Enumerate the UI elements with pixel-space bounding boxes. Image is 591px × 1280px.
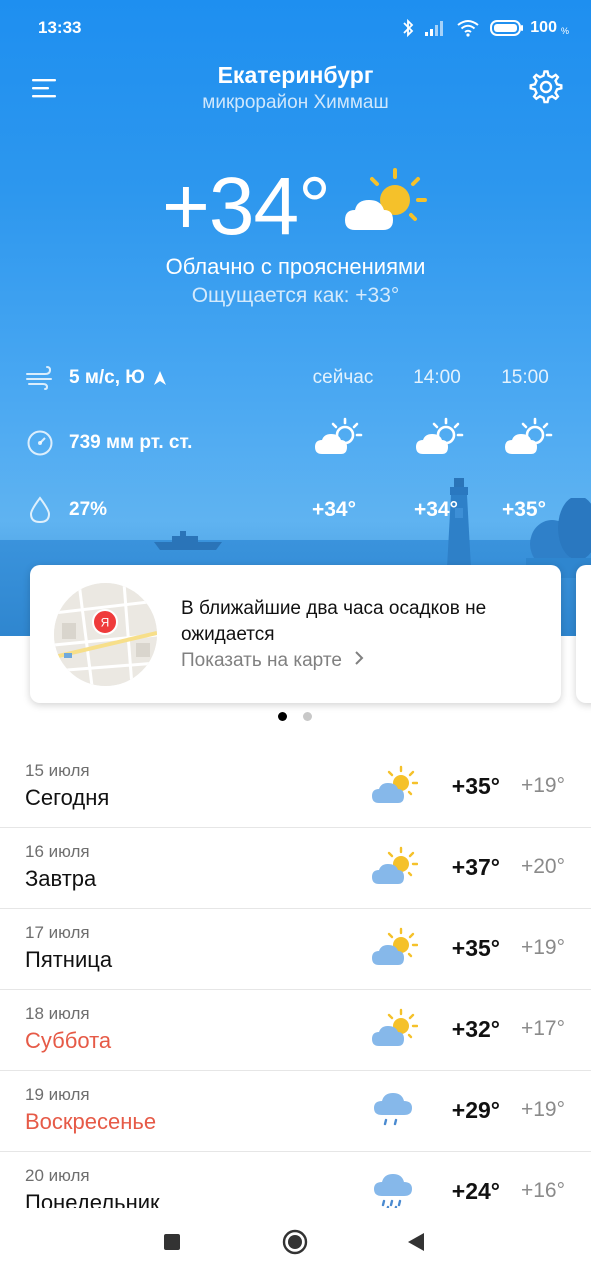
pressure-row: 739 мм рт. ст.: [24, 427, 192, 459]
precipitation-message: В ближайшие два часа осадков не ожидаетс…: [181, 598, 487, 645]
day-min-temp: +19°: [520, 1098, 565, 1121]
wind-value: 5 м/с, Ю: [69, 367, 145, 388]
city-title[interactable]: Екатеринбург: [0, 62, 591, 89]
partly-cloudy-icon: [370, 846, 419, 888]
carousel-dot[interactable]: [303, 712, 312, 721]
status-time: 13:33: [38, 18, 82, 37]
signal-icon: [424, 20, 446, 36]
partly-cloudy-icon: [414, 416, 466, 458]
battery-percent: 100: [530, 19, 557, 36]
partly-cloudy-icon: [503, 416, 555, 458]
day-min-temp: +20°: [520, 855, 565, 878]
day-max-temp: +37°: [451, 854, 500, 880]
feels-like-text: Ощущается как: +33°: [191, 284, 400, 307]
day-max-temp: +35°: [451, 935, 500, 961]
chevron-right-icon: [354, 650, 364, 672]
humidity-row: 27%: [24, 494, 107, 526]
back-button[interactable]: [400, 1228, 432, 1260]
map-pin-icon: Я: [92, 609, 118, 644]
mini-map[interactable]: Я: [54, 583, 157, 686]
partly-cloudy-icon: [313, 416, 365, 458]
wind-direction-arrow-icon: [153, 370, 167, 386]
wifi-icon: [456, 19, 480, 37]
carousel-dots: [278, 712, 312, 721]
status-bar: 13:33 100 %: [0, 0, 591, 56]
rain-icon: [370, 1170, 418, 1213]
system-navigation-bar: [0, 1208, 591, 1280]
humidity-value: 27%: [69, 499, 108, 520]
hour-temp: +34°: [413, 498, 459, 521]
humidity-drop-icon: [24, 494, 56, 526]
precipitation-card[interactable]: Я В ближайшие два часа осадков не ожидае…: [30, 565, 561, 703]
partly-cloudy-icon: [370, 765, 419, 807]
day-date: 16 июля: [25, 842, 90, 861]
condition-text: Облачно с прояснениями: [165, 254, 426, 279]
day-max-temp: +29°: [451, 1097, 500, 1123]
recents-button[interactable]: [156, 1228, 188, 1260]
hour-temp: +35°: [501, 498, 547, 521]
day-max-temp: +35°: [451, 773, 500, 799]
day-name: Суббота: [25, 1028, 112, 1053]
hour-label: 14:00: [413, 367, 461, 388]
partly-cloudy-icon: [341, 166, 431, 238]
pressure-gauge-icon: [24, 427, 56, 459]
day-date: 18 июля: [25, 1004, 90, 1023]
gear-icon: [529, 70, 563, 108]
day-min-temp: +17°: [520, 1017, 565, 1040]
nav-home-icon: [282, 1229, 308, 1260]
day-min-temp: +19°: [520, 936, 565, 959]
wind-icon: [24, 362, 56, 394]
day-row[interactable]: 15 июля Сегодня +35° +19°: [0, 747, 591, 828]
svg-text:Я: Я: [101, 616, 110, 630]
day-min-temp: +16°: [520, 1179, 565, 1202]
settings-button[interactable]: [529, 70, 563, 104]
day-name: Пятница: [25, 947, 113, 972]
district-subtitle: микрорайон Химмаш: [202, 92, 389, 113]
show-on-map-link[interactable]: Показать на карте: [181, 650, 364, 672]
lighthouse-icon: [441, 478, 477, 573]
pressure-value: 739 мм рт. ст.: [69, 432, 193, 453]
weather-hero: 13:33 100 % Екатеринбург микрорайон Химм…: [0, 0, 591, 636]
day-row[interactable]: 16 июля Завтра +37° +20°: [0, 828, 591, 909]
wind-row: 5 м/с, Ю: [24, 362, 167, 394]
day-max-temp: +24°: [451, 1178, 500, 1204]
day-date: 20 июля: [25, 1166, 90, 1185]
light-rain-icon: [370, 1089, 418, 1131]
day-max-temp: +32°: [451, 1016, 500, 1042]
hour-label: сейчас: [312, 367, 374, 388]
ship-silhouette-icon: [152, 530, 226, 557]
day-row[interactable]: 19 июля Воскресенье +29° +19°: [0, 1071, 591, 1152]
battery-icon: [490, 19, 524, 37]
day-row[interactable]: 17 июля Пятница +35° +19°: [0, 909, 591, 990]
day-name: Сегодня: [25, 785, 110, 810]
hour-label: 15:00: [501, 367, 549, 388]
day-date: 19 июля: [25, 1085, 90, 1104]
battery-unit: %: [560, 26, 569, 36]
day-date: 15 июля: [25, 761, 90, 780]
carousel-dot-active[interactable]: [278, 712, 287, 721]
nav-back-icon: [406, 1231, 426, 1258]
day-row[interactable]: 18 июля Суббота +32° +17°: [0, 990, 591, 1071]
day-date: 17 июля: [25, 923, 90, 942]
bluetooth-icon: [402, 18, 414, 38]
day-name: Завтра: [25, 866, 97, 891]
day-name: Воскресенье: [25, 1109, 157, 1134]
next-card-peek[interactable]: [576, 565, 591, 703]
day-min-temp: +19°: [520, 774, 565, 797]
partly-cloudy-icon: [370, 927, 419, 969]
nav-recents-icon: [163, 1233, 181, 1256]
partly-cloudy-icon: [370, 1008, 419, 1050]
home-button[interactable]: [279, 1228, 311, 1260]
hour-temp: +34°: [311, 498, 357, 521]
show-on-map-label: Показать на карте: [181, 650, 342, 671]
current-temperature: +34°: [162, 161, 331, 252]
